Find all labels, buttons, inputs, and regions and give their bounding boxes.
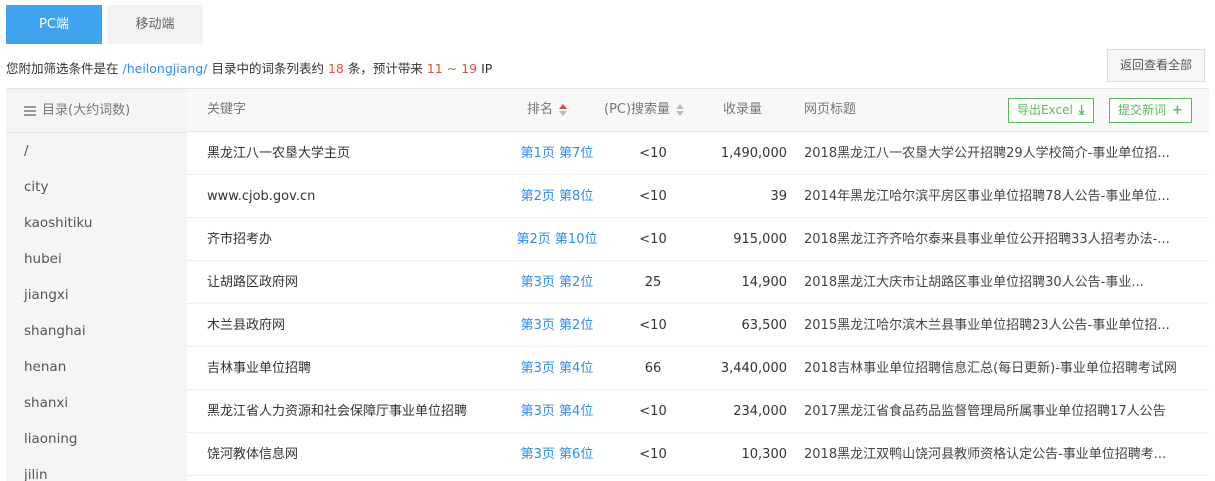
row-indexed: 234,000 — [733, 404, 787, 419]
col-volume[interactable]: (PC)搜索量 — [604, 89, 685, 131]
row-rank-link[interactable]: 第1页 第7位 — [487, 132, 627, 175]
row-volume: <10 — [639, 447, 667, 462]
platform-tabs: PC端 移动端 — [6, 5, 208, 44]
table-row: 木兰县政府网 第3页 第2位 <10 63,500 2015黑龙江哈尔滨木兰县事… — [187, 304, 1209, 347]
row-rank-link[interactable]: 第3页 第4位 — [487, 390, 627, 433]
row-indexed: 63,500 — [741, 318, 788, 333]
table-row: 让胡路区政府网 第3页 第2位 25 14,900 2018黑龙江大庆市让胡路区… — [187, 261, 1209, 304]
row-volume: <10 — [639, 404, 667, 419]
filter-ip-low: 11 — [426, 61, 443, 76]
row-volume: <10 — [639, 232, 667, 247]
row-indexed: 39 — [770, 189, 787, 204]
row-rank-link[interactable]: 第3页 第4位 — [487, 347, 627, 390]
table-row: www.cjob.gov.cn 第2页 第8位 <10 39 2014年黑龙江哈… — [187, 175, 1209, 218]
sidebar-item-root[interactable]: / — [6, 133, 187, 169]
sidebar-item-jilin[interactable]: jilin — [6, 457, 187, 481]
table-row: 黑龙江八一农垦大学主页 第1页 第7位 <10 1,490,000 2018黑龙… — [187, 132, 1209, 175]
sort-icon — [676, 103, 685, 116]
filter-ip-high: 19 — [461, 61, 478, 76]
row-volume: <10 — [639, 318, 667, 333]
row-title: 2017黑龙江省食品药品监督管理局所属事业单位招聘17人公告 — [804, 404, 1166, 419]
row-title: 2018黑龙江八一农垦大学公开招聘29人学校简介-事业单位招... — [804, 146, 1170, 161]
col-keyword: 关键字 — [207, 102, 247, 117]
table-row: 黑龙江省人力资源和社会保障厅事业单位招聘 第3页 第4位 <10 234,000… — [187, 390, 1209, 433]
row-indexed: 1,490,000 — [720, 146, 787, 161]
row-volume: <10 — [639, 146, 667, 161]
table-row: 齐市招考办 第2页 第10位 <10 915,000 2018黑龙江齐齐哈尔泰来… — [187, 218, 1209, 261]
row-title: 2015黑龙江哈尔滨木兰县事业单位招聘23人公告-事业单位招... — [804, 318, 1170, 333]
col-rank[interactable]: 排名 — [527, 89, 568, 131]
row-volume: <10 — [639, 189, 667, 204]
row-rank-link[interactable]: 第3页 第2位 — [487, 304, 627, 347]
row-rank-link[interactable]: 第2页 第10位 — [487, 218, 627, 261]
row-indexed: 14,900 — [741, 275, 788, 290]
row-indexed: 915,000 — [733, 232, 787, 247]
sidebar-header-label: 目录(大约词数) — [42, 102, 131, 118]
submit-new-word-label: 提交新词 — [1118, 103, 1167, 117]
row-keyword: www.cjob.gov.cn — [207, 189, 316, 204]
row-keyword: 木兰县政府网 — [207, 318, 286, 333]
list-icon — [24, 105, 36, 116]
row-keyword: 黑龙江省人力资源和社会保障厅事业单位招聘 — [207, 404, 468, 419]
row-keyword: 齐市招考办 — [207, 232, 273, 247]
row-rank-link[interactable]: 第3页 第2位 — [487, 261, 627, 304]
row-title: 2018黑龙江双鸭山饶河县教师资格认定公告-事业单位招聘考... — [804, 447, 1167, 462]
sidebar-item-henan[interactable]: henan — [6, 349, 187, 385]
row-volume: 66 — [644, 361, 662, 376]
row-keyword: 饶河教体信息网 — [207, 447, 299, 462]
filter-prefix: 您附加筛选条件是在 — [6, 61, 119, 76]
col-title: 网页标题 — [804, 102, 857, 117]
plus-icon: + — [1172, 103, 1183, 118]
filter-middle: 目录中的词条列表约 — [211, 61, 324, 76]
sidebar-item-hubei[interactable]: hubei — [6, 241, 187, 277]
keyword-table: 关键字 排名 (PC)搜索量 收录量 网页标题 导出Excel ⤓ 提交新词 +… — [187, 88, 1209, 476]
directory-sidebar: 目录(大约词数) / city kaoshitiku hubei jiangxi… — [6, 88, 187, 481]
row-indexed: 3,440,000 — [720, 361, 787, 376]
row-title: 2018吉林事业单位招聘信息汇总(每日更新)-事业单位招聘考试网 — [804, 361, 1177, 376]
sidebar-item-city[interactable]: city — [6, 169, 187, 205]
sidebar-item-shanxi[interactable]: shanxi — [6, 385, 187, 421]
row-indexed: 10,300 — [741, 447, 788, 462]
export-excel-label: 导出Excel — [1017, 103, 1073, 117]
row-title: 2018黑龙江大庆市让胡路区事业单位招聘30人公告-事业... — [804, 275, 1144, 290]
sidebar-item-kaoshitiku[interactable]: kaoshitiku — [6, 205, 187, 241]
row-keyword: 吉林事业单位招聘 — [207, 361, 312, 376]
sidebar-item-jiangxi[interactable]: jiangxi — [6, 277, 187, 313]
filter-count: 18 — [327, 61, 344, 76]
tab-pc[interactable]: PC端 — [6, 5, 102, 44]
filter-unit: 条，预计带来 — [347, 61, 423, 76]
row-rank-link[interactable]: 第2页 第8位 — [487, 175, 627, 218]
submit-new-word-button[interactable]: 提交新词 + — [1109, 98, 1192, 123]
col-indexed: 收录量 — [723, 102, 763, 117]
sidebar-item-shanghai[interactable]: shanghai — [6, 313, 187, 349]
tab-mobile[interactable]: 移动端 — [107, 5, 203, 44]
back-to-all-button[interactable]: 返回查看全部 — [1107, 49, 1205, 82]
sidebar-item-liaoning[interactable]: liaoning — [6, 421, 187, 457]
filter-ip-label: IP — [481, 61, 493, 76]
export-excel-button[interactable]: 导出Excel ⤓ — [1008, 98, 1094, 123]
col-rank-label: 排名 — [527, 102, 554, 117]
row-keyword: 让胡路区政府网 — [207, 275, 299, 290]
download-icon: ⤓ — [1078, 103, 1085, 118]
filter-tilde: ~ — [446, 61, 458, 76]
row-title: 2018黑龙江齐齐哈尔泰来县事业单位公开招聘33人招考办法-... — [804, 232, 1170, 247]
row-volume: 25 — [644, 275, 662, 290]
row-rank-link[interactable]: 第3页 第6位 — [487, 433, 627, 476]
row-title: 2014年黑龙江哈尔滨平房区事业单位招聘78人公告-事业单位... — [804, 189, 1170, 204]
filter-path-link[interactable]: /heilongjiang/ — [123, 61, 208, 76]
sidebar-header: 目录(大约词数) — [6, 89, 187, 133]
table-row: 饶河教体信息网 第3页 第6位 <10 10,300 2018黑龙江双鸭山饶河县… — [187, 433, 1209, 476]
row-keyword: 黑龙江八一农垦大学主页 — [207, 146, 351, 161]
table-header: 关键字 排名 (PC)搜索量 收录量 网页标题 导出Excel ⤓ 提交新词 + — [187, 88, 1209, 132]
table-row: 吉林事业单位招聘 第3页 第4位 66 3,440,000 2018吉林事业单位… — [187, 347, 1209, 390]
filter-summary: 您附加筛选条件是在 /heilongjiang/ 目录中的词条列表约 18 条，… — [6, 58, 492, 77]
col-volume-label: (PC)搜索量 — [604, 102, 671, 117]
sort-icon — [559, 103, 568, 116]
